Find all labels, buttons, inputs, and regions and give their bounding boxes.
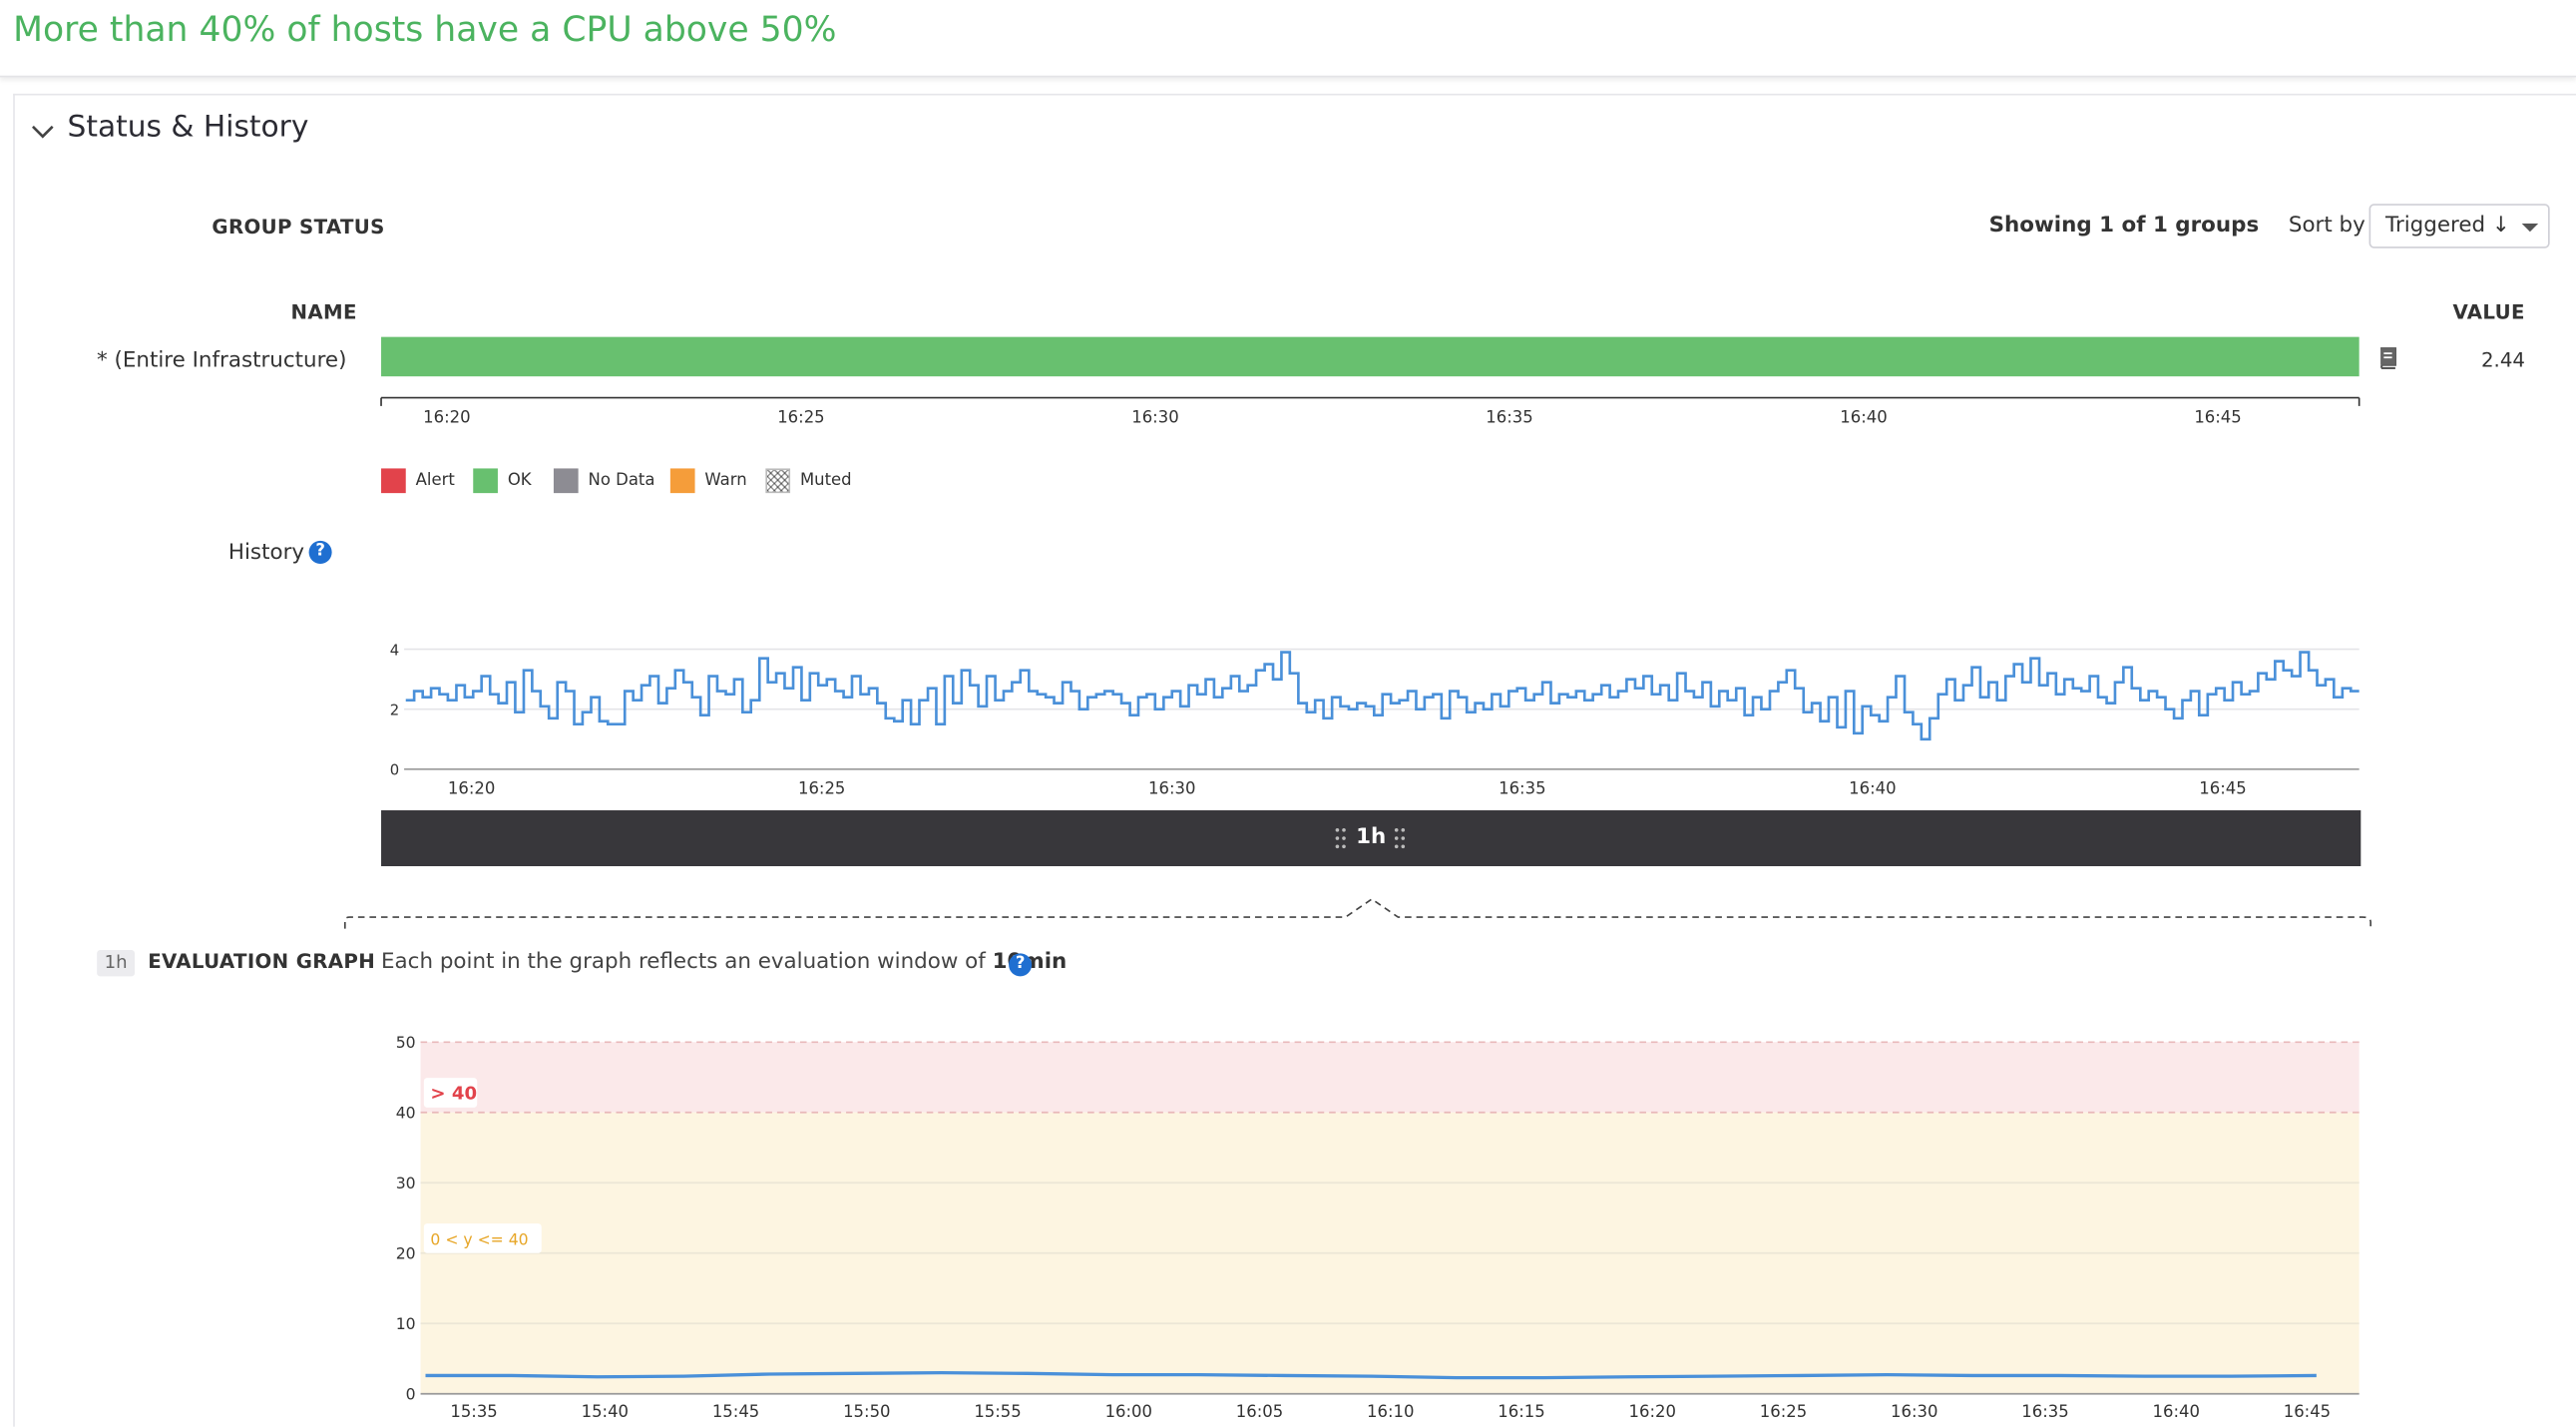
legend-swatch [553, 467, 579, 493]
value-column-header: VALUE [2452, 300, 2525, 324]
axis-tick-label: 16:30 [1131, 407, 1178, 426]
legend-swatch [669, 467, 695, 493]
group-value: 2.44 [2480, 348, 2525, 372]
x-tick-label: 16:05 [1236, 1402, 1283, 1421]
legend-item-ok: OK [473, 467, 532, 493]
sort-by-label: Sort by [2288, 214, 2365, 238]
time-range-bar[interactable]: 1h [381, 810, 2361, 867]
legend-label: No Data [588, 470, 655, 490]
evaluation-chart: 0 10 20 30 40 50 > 40 0 < y <= 40 15:35 15:40 15:4… [396, 1033, 2360, 1421]
evaluation-range-badge: 1h [97, 950, 136, 977]
legend-label: Warn [704, 470, 747, 490]
x-tick-label: 16:15 [1498, 1402, 1544, 1421]
legend-item-alert: Alert [381, 467, 455, 493]
y-tick-label: 20 [396, 1244, 416, 1263]
y-tick-label: 10 [396, 1314, 416, 1333]
x-tick-label: 16:20 [448, 779, 495, 798]
legend-label: OK [507, 470, 532, 490]
history-label: History [227, 540, 305, 566]
warn-threshold-label: 0 < y <= 40 [423, 1223, 542, 1253]
evaluation-description: Each point in the graph reflects an eval… [381, 950, 1067, 975]
evaluation-description-text: Each point in the graph reflects an eval… [381, 950, 986, 975]
x-tick-label: 16:25 [1760, 1402, 1807, 1421]
y-tick-label: 4 [390, 642, 399, 659]
x-tick-label: 16:25 [798, 779, 845, 798]
x-tick-label: 16:20 [1629, 1402, 1676, 1421]
sort-selected-value: Triggered ↓ [2385, 214, 2510, 238]
axis-tick-label: 16:25 [777, 407, 824, 426]
group-status-heading: GROUP STATUS [212, 215, 385, 238]
x-tick-label: 16:45 [2284, 1402, 2331, 1421]
legend-item-muted: Muted [765, 467, 852, 493]
y-tick-label: 50 [396, 1033, 416, 1052]
y-tick-label: 0 [406, 1385, 416, 1404]
x-tick-label: 15:35 [450, 1402, 497, 1421]
groups-count: Showing 1 of 1 groups [1988, 214, 2260, 238]
x-tick-label: 16:35 [2021, 1402, 2068, 1421]
evaluation-graph-title: EVALUATION GRAPH [148, 950, 376, 974]
x-tick-label: 15:40 [582, 1402, 629, 1421]
x-tick-label: 16:30 [1148, 779, 1195, 798]
x-tick-label: 16:35 [1499, 779, 1545, 798]
page-header: More than 40% of hosts have a CPU above … [0, 0, 2576, 78]
drag-handle-icon[interactable] [1393, 826, 1406, 849]
caret-down-icon [2521, 224, 2539, 233]
legend-swatch [381, 467, 406, 493]
y-tick-label: 40 [396, 1104, 416, 1123]
help-icon[interactable]: ? [1009, 953, 1033, 977]
axis-tick-label: 16:45 [2194, 407, 2241, 426]
x-tick-label: 16:40 [1849, 779, 1896, 798]
x-tick-label: 16:00 [1105, 1402, 1152, 1421]
legend-label: Alert [415, 470, 455, 490]
x-tick-label: 16:30 [1891, 1402, 1937, 1421]
threshold-label-text: > 40 [430, 1084, 477, 1105]
notebook-icon[interactable] [2375, 347, 2398, 370]
section-title: Status & History [67, 110, 309, 145]
status-segment-ok [381, 336, 2360, 377]
time-range-label: 1h [1356, 824, 1387, 850]
x-tick-label: 16:45 [2199, 779, 2246, 798]
zoom-bracket [343, 897, 2372, 929]
monitor-title: More than 40% of hosts have a CPU above … [13, 9, 837, 50]
x-tick-label: 15:55 [974, 1402, 1021, 1421]
y-tick-label: 30 [396, 1174, 416, 1192]
threshold-label-text: 0 < y <= 40 [430, 1230, 528, 1249]
x-tick-label: 15:50 [843, 1402, 890, 1421]
group-name: * (Entire Infrastructure) [97, 348, 347, 373]
legend-item-no-data: No Data [553, 467, 655, 493]
status-time-axis: 16:20 16:25 16:30 16:35 16:40 16:45 [380, 396, 2361, 426]
legend-label: Muted [799, 470, 852, 490]
y-tick-label: 0 [390, 762, 399, 779]
help-icon[interactable]: ? [308, 540, 332, 564]
axis-tick-label: 16:40 [1840, 407, 1887, 426]
axis-tick-label: 16:35 [1486, 407, 1532, 426]
alert-threshold-label: > 40 [423, 1078, 478, 1108]
axis-tick-label: 16:20 [423, 407, 470, 426]
y-tick-label: 2 [390, 702, 399, 718]
legend-item-warn: Warn [669, 467, 747, 493]
history-chart: 0 2 4 16:20 16:25 16:30 16:35 16:40 16:45 [390, 642, 2360, 798]
legend-swatch [473, 467, 498, 493]
chevron-down-icon[interactable] [30, 119, 56, 145]
x-tick-label: 16:10 [1367, 1402, 1414, 1421]
legend-swatch [765, 467, 791, 493]
name-column-header: NAME [290, 300, 357, 324]
group-status-bar[interactable] [381, 336, 2360, 377]
x-tick-label: 15:45 [712, 1402, 759, 1421]
history-series-line [405, 651, 2360, 741]
sort-dropdown[interactable]: Triggered ↓ [2368, 204, 2550, 248]
x-tick-label: 16:40 [2153, 1402, 2200, 1421]
alert-threshold-band [420, 1042, 2360, 1113]
